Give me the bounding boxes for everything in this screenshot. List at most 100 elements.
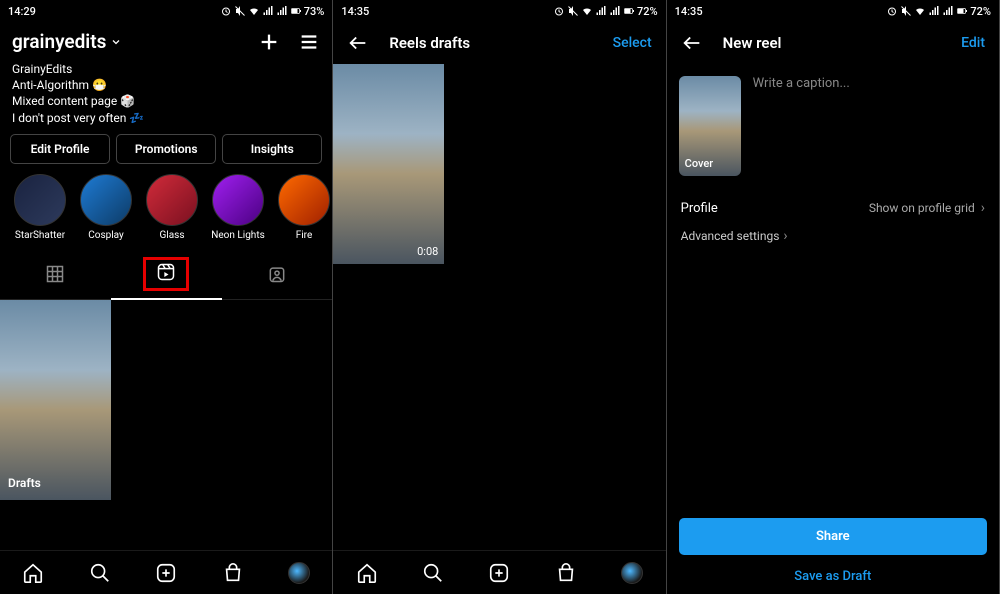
- promotions-button[interactable]: Promotions: [116, 134, 216, 164]
- drafts-header: Reels drafts Select: [333, 22, 665, 64]
- tab-tagged[interactable]: [222, 249, 333, 299]
- chevron-down-icon: [110, 36, 122, 48]
- signal-icon-2: [609, 5, 621, 17]
- edit-button[interactable]: Edit: [961, 35, 985, 51]
- profile-screen: 14:29 73% grainyedits GrainyEdits Anti-A…: [0, 0, 333, 594]
- share-button[interactable]: Share: [679, 518, 987, 555]
- profile-avatar[interactable]: [621, 562, 643, 584]
- alarm-icon: [553, 5, 565, 17]
- status-time: 14:35: [341, 5, 369, 18]
- username-dropdown[interactable]: grainyedits: [12, 30, 122, 53]
- highlight-thumb: [14, 174, 66, 226]
- chevron-right-icon: ›: [783, 228, 787, 244]
- highlight-item[interactable]: Neon Lights: [210, 174, 266, 241]
- save-draft-button[interactable]: Save as Draft: [679, 569, 987, 584]
- battery-icon: [956, 5, 968, 17]
- status-bar: 14:35 72%: [333, 0, 665, 22]
- alarm-icon: [220, 5, 232, 17]
- search-icon[interactable]: [89, 562, 111, 584]
- alarm-icon: [886, 5, 898, 17]
- bottom-nav: [333, 550, 665, 594]
- signal-icon-2: [942, 5, 954, 17]
- action-buttons: Edit Profile Promotions Insights: [0, 134, 332, 174]
- mute-icon: [567, 5, 579, 17]
- highlight-item[interactable]: Glass: [144, 174, 200, 241]
- highlight-thumb: [212, 174, 264, 226]
- highlight-label: Glass: [159, 230, 184, 241]
- status-time: 14:29: [8, 5, 36, 18]
- advanced-label: Advanced settings: [681, 229, 780, 243]
- battery-pct: 73%: [304, 5, 325, 18]
- status-bar: 14:35 72%: [667, 0, 999, 22]
- reels-drafts-screen: 14:35 72% Reels drafts Select 0:08: [333, 0, 666, 594]
- tab-posts[interactable]: [0, 249, 111, 299]
- select-button[interactable]: Select: [613, 35, 652, 51]
- highlight-label: StarShatter: [15, 230, 65, 241]
- status-right: 73%: [220, 5, 325, 18]
- grid-icon: [45, 264, 65, 284]
- reels-icon: [156, 262, 176, 282]
- signal-icon: [262, 5, 274, 17]
- home-icon[interactable]: [22, 562, 44, 584]
- reel-duration: 0:08: [417, 245, 438, 258]
- add-icon[interactable]: [488, 562, 510, 584]
- status-time: 14:35: [675, 5, 703, 18]
- wifi-icon: [914, 5, 926, 17]
- edit-profile-button[interactable]: Edit Profile: [10, 134, 110, 164]
- signal-icon: [928, 5, 940, 17]
- highlight-item[interactable]: StarShatter: [12, 174, 68, 241]
- mute-icon: [234, 5, 246, 17]
- battery-icon: [623, 5, 635, 17]
- signal-icon-2: [276, 5, 288, 17]
- highlight-label: Fire: [296, 230, 313, 241]
- battery-pct: 72%: [637, 5, 658, 18]
- home-icon[interactable]: [356, 562, 378, 584]
- new-reel-screen: 14:35 72% New reel Edit Cover Write a ca…: [667, 0, 1000, 594]
- wifi-icon: [581, 5, 593, 17]
- drafts-grid: 0:08: [333, 64, 665, 550]
- profile-visibility-row[interactable]: Profile Show on profile grid ›: [667, 188, 999, 228]
- chevron-right-icon: ›: [981, 200, 985, 216]
- tab-reels-highlight: [143, 257, 189, 291]
- bottom-actions: Share Save as Draft: [667, 518, 999, 594]
- draft-reel-thumbnail[interactable]: 0:08: [333, 64, 444, 264]
- profile-value: Show on profile grid: [869, 201, 975, 215]
- shop-icon[interactable]: [222, 562, 244, 584]
- highlight-thumb: [146, 174, 198, 226]
- shop-icon[interactable]: [555, 562, 577, 584]
- mute-icon: [900, 5, 912, 17]
- search-icon[interactable]: [422, 562, 444, 584]
- back-arrow-icon[interactable]: [681, 32, 703, 54]
- username-text: grainyedits: [12, 30, 106, 53]
- bio-line3: Mixed content page 🎲: [12, 93, 320, 109]
- profile-avatar[interactable]: [288, 562, 310, 584]
- back-arrow-icon[interactable]: [347, 32, 369, 54]
- wifi-icon: [248, 5, 260, 17]
- new-reel-header: New reel Edit: [667, 22, 999, 64]
- highlight-label: Neon Lights: [211, 230, 265, 241]
- menu-icon[interactable]: [298, 31, 320, 53]
- tab-reels[interactable]: [111, 249, 222, 299]
- drafts-thumbnail[interactable]: Drafts: [0, 300, 111, 500]
- caption-input[interactable]: Write a caption...: [753, 76, 850, 176]
- add-icon[interactable]: [155, 562, 177, 584]
- create-icon[interactable]: [258, 31, 280, 53]
- battery-pct: 72%: [970, 5, 991, 18]
- status-right: 72%: [886, 5, 991, 18]
- advanced-settings-row[interactable]: Advanced settings ›: [667, 228, 999, 256]
- highlight-thumb: [278, 174, 330, 226]
- insights-button[interactable]: Insights: [222, 134, 322, 164]
- highlights-row[interactable]: StarShatter Cosplay Glass Neon Lights Fi…: [0, 174, 332, 249]
- page-title: Reels drafts: [389, 34, 470, 52]
- highlight-label: Cosplay: [88, 230, 124, 241]
- highlight-item[interactable]: Fire: [276, 174, 332, 241]
- status-right: 72%: [553, 5, 658, 18]
- signal-icon: [595, 5, 607, 17]
- cover-thumbnail[interactable]: Cover: [679, 76, 741, 176]
- spacer: [667, 256, 999, 518]
- profile-tabs: [0, 249, 332, 300]
- bio: GrainyEdits Anti-Algorithm 😷 Mixed conte…: [0, 61, 332, 134]
- profile-label: Profile: [681, 201, 718, 216]
- highlight-item[interactable]: Cosplay: [78, 174, 134, 241]
- highlight-thumb: [80, 174, 132, 226]
